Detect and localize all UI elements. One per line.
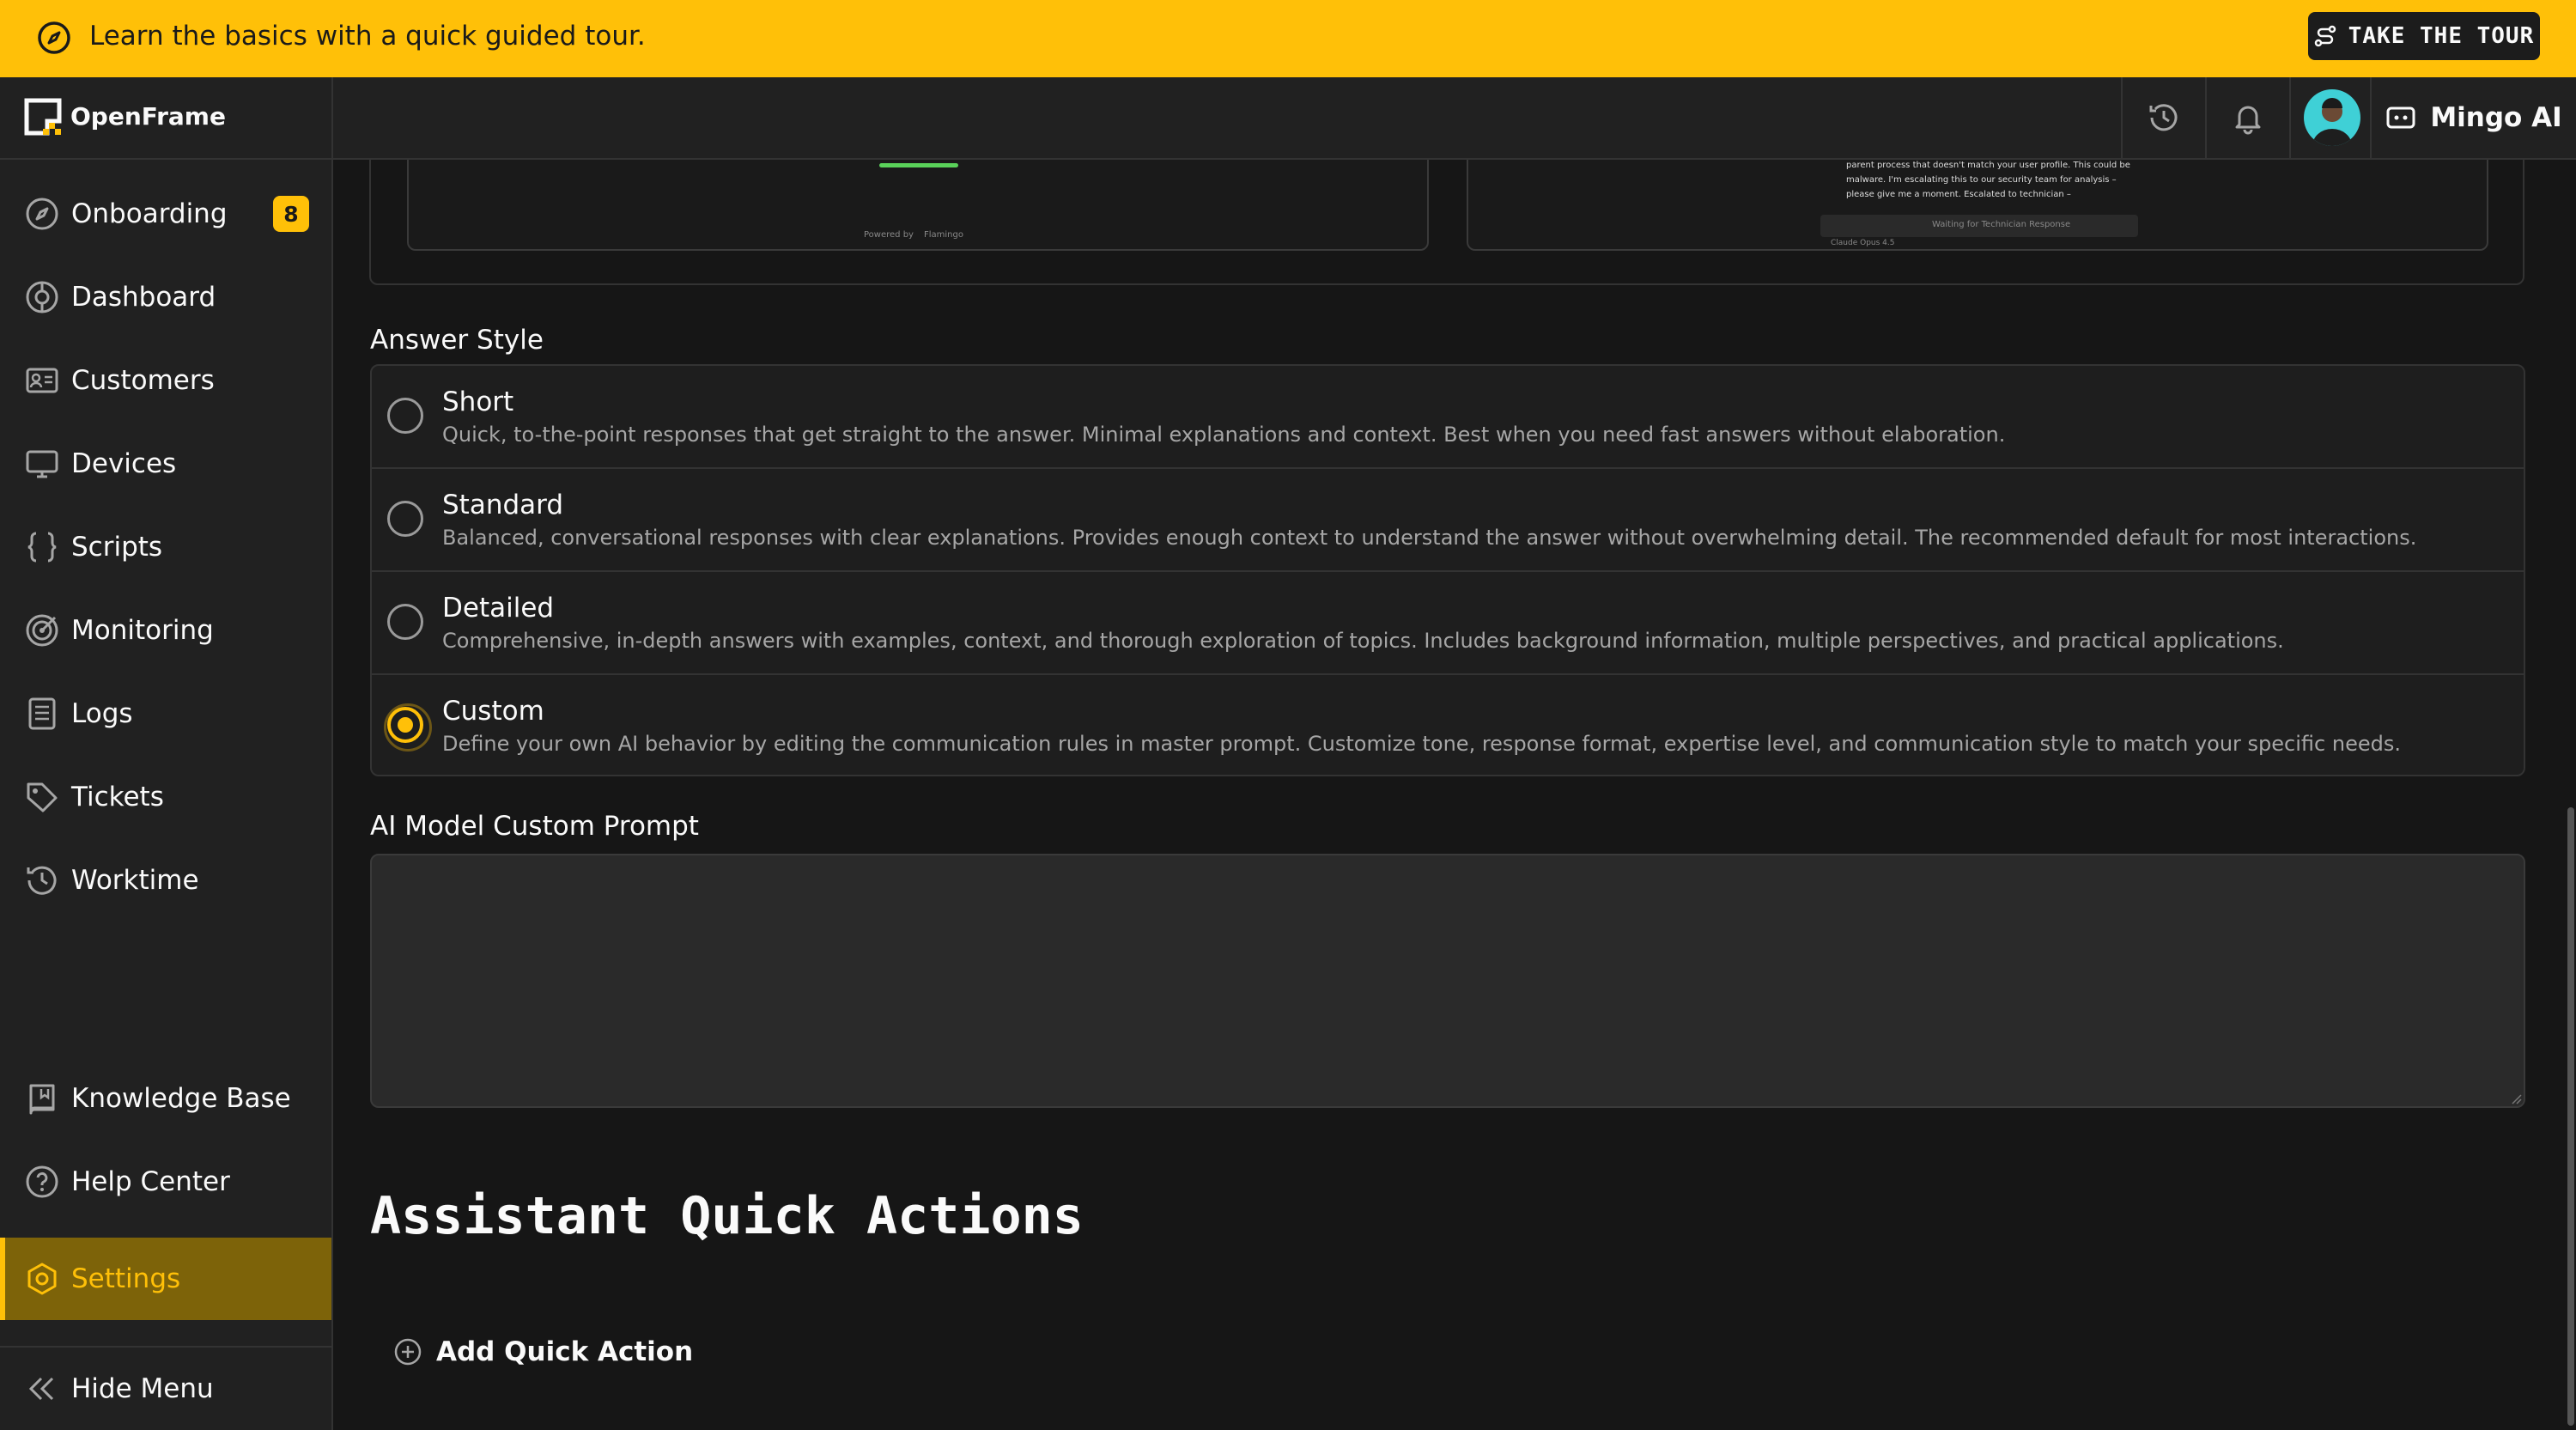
answer-style-option-detailed[interactable]: Detailed Comprehensive, in-depth answers…	[372, 572, 2524, 675]
sidebar-item-label: Worktime	[71, 865, 199, 896]
sidebar-item-scripts[interactable]: Scripts	[0, 506, 331, 588]
book-icon	[24, 1080, 60, 1117]
sidebar-item-settings[interactable]: Settings	[0, 1238, 331, 1320]
sidebar-item-help-center[interactable]: Help Center	[0, 1141, 331, 1223]
sidebar-item-monitoring[interactable]: Monitoring	[0, 589, 331, 672]
logo-text: OpenFrame	[70, 102, 226, 131]
preview-card-left: Powered by Flamingo	[407, 160, 1429, 251]
logo[interactable]: OpenFrame	[0, 77, 333, 158]
option-title: Detailed	[442, 593, 555, 624]
sidebar-item-worktime[interactable]: Worktime	[0, 839, 331, 922]
tour-banner: Learn the basics with a quick guided tou…	[0, 0, 2576, 77]
add-quick-action-button[interactable]: Add Quick Action	[393, 1333, 693, 1371]
take-tour-button[interactable]: TAKE THE TOUR	[2308, 12, 2540, 60]
id-card-icon	[24, 362, 60, 399]
option-description: Comprehensive, in-depth answers with exa…	[442, 629, 2284, 653]
main-content: Powered by Flamingo parent process that …	[333, 160, 2566, 1430]
mingo-ai-button[interactable]: Mingo AI	[2370, 77, 2576, 158]
radio-detailed[interactable]	[387, 604, 423, 640]
answer-style-options: Short Quick, to-the-point responses that…	[370, 364, 2525, 776]
take-tour-label: TAKE THE TOUR	[2348, 23, 2535, 49]
list-doc-icon	[24, 696, 60, 732]
sidebar-item-knowledge-base[interactable]: Knowledge Base	[0, 1057, 331, 1140]
hide-menu-button[interactable]: Hide Menu	[0, 1348, 331, 1430]
sidebar-item-label: Customers	[71, 365, 215, 396]
preview-message-text: parent process that doesn't match your u…	[1846, 161, 2130, 199]
sidebar-item-label: Onboarding	[71, 198, 228, 229]
sidebar-item-onboarding[interactable]: Onboarding 8	[0, 173, 331, 255]
custom-prompt-textarea[interactable]	[370, 854, 2525, 1108]
sidebar-item-label: Help Center	[71, 1166, 230, 1197]
answer-style-label: Answer Style	[370, 325, 544, 356]
sidebar-item-label: Settings	[71, 1263, 181, 1294]
flamingo-brand-text: Flamingo	[924, 230, 963, 240]
answer-style-option-custom[interactable]: Custom Define your own AI behavior by ed…	[372, 675, 2524, 775]
answer-style-option-short[interactable]: Short Quick, to-the-point responses that…	[372, 366, 2524, 469]
option-title: Short	[442, 386, 514, 417]
dashboard-icon	[24, 279, 60, 315]
option-description: Balanced, conversational responses with …	[442, 526, 2417, 550]
plus-circle-icon	[393, 1337, 422, 1366]
user-avatar-button[interactable]	[2289, 77, 2373, 158]
chat-preview-panel: Powered by Flamingo parent process that …	[369, 160, 2524, 285]
gear-icon	[24, 1261, 60, 1297]
preview-card-right: parent process that doesn't match your u…	[1467, 160, 2488, 251]
radio-short[interactable]	[387, 398, 423, 434]
history-icon	[24, 862, 60, 898]
notifications-button[interactable]	[2205, 77, 2289, 158]
answer-style-option-standard[interactable]: Standard Balanced, conversational respon…	[372, 469, 2524, 572]
hide-menu-label: Hide Menu	[71, 1373, 214, 1404]
braces-icon	[24, 529, 60, 565]
sidebar-item-label: Tickets	[71, 782, 164, 812]
sidebar-item-label: Logs	[71, 698, 133, 729]
radio-custom[interactable]	[384, 703, 432, 752]
compass-icon	[36, 20, 72, 56]
mingo-ai-label: Mingo AI	[2430, 102, 2562, 133]
openframe-logo-icon	[24, 98, 62, 136]
tag-icon	[24, 779, 60, 815]
bell-icon	[2231, 100, 2265, 135]
sidebar-item-label: Devices	[71, 448, 177, 479]
add-quick-action-label: Add Quick Action	[436, 1336, 694, 1367]
model-name-text: Claude Opus 4.5	[1831, 239, 1895, 247]
onboarding-count-badge: 8	[273, 196, 309, 232]
banner-text: Learn the basics with a quick guided tou…	[89, 21, 646, 52]
history-icon	[2147, 100, 2181, 135]
resize-handle-icon[interactable]	[2508, 1091, 2522, 1104]
help-icon	[24, 1164, 60, 1200]
sidebar-item-label: Monitoring	[71, 615, 214, 646]
sidebar-item-devices[interactable]: Devices	[0, 423, 331, 505]
sidebar-item-label: Scripts	[71, 532, 163, 563]
route-icon	[2314, 25, 2336, 47]
option-title: Custom	[442, 696, 544, 727]
sidebar-item-customers[interactable]: Customers	[0, 339, 331, 422]
powered-by-text: Powered by	[864, 230, 914, 240]
waiting-status-text: Waiting for Technician Response	[1932, 220, 2071, 229]
sidebar-item-label: Knowledge Base	[71, 1083, 291, 1114]
option-title: Standard	[442, 490, 564, 520]
sidebar-item-logs[interactable]: Logs	[0, 672, 331, 755]
target-icon	[24, 612, 60, 648]
ai-chat-icon	[2385, 102, 2416, 133]
radio-standard[interactable]	[387, 501, 423, 537]
scrollbar-thumb[interactable]	[2567, 807, 2574, 1426]
option-description: Define your own AI behavior by editing t…	[442, 732, 2401, 756]
top-header: OpenFrame Mingo AI	[0, 77, 2576, 160]
compass-icon	[24, 196, 60, 232]
double-chevron-left-icon	[24, 1371, 60, 1407]
sidebar-item-dashboard[interactable]: Dashboard	[0, 256, 331, 338]
waiting-status-bar: Waiting for Technician Response	[1820, 215, 2138, 237]
quick-actions-title: Assistant Quick Actions	[370, 1186, 1084, 1246]
green-indicator	[879, 163, 958, 167]
sidebar-item-label: Dashboard	[71, 282, 216, 313]
custom-prompt-label: AI Model Custom Prompt	[370, 811, 699, 842]
avatar	[2304, 89, 2360, 146]
sidebar: Onboarding 8 Dashboard Customers Devices…	[0, 160, 333, 1430]
option-description: Quick, to-the-point responses that get s…	[442, 423, 2006, 447]
monitor-icon	[24, 446, 60, 482]
history-button[interactable]	[2121, 77, 2205, 158]
sidebar-item-tickets[interactable]: Tickets	[0, 756, 331, 838]
